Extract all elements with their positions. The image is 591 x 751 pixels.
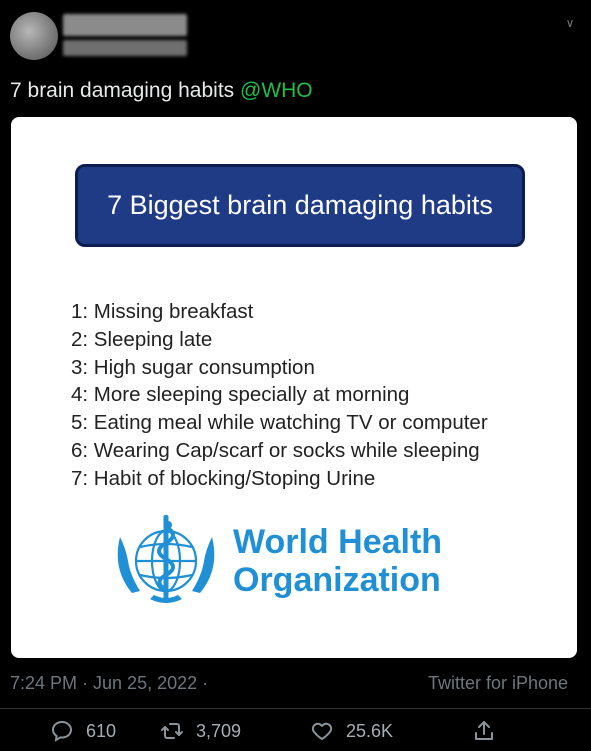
like-count: 25.6K [346,720,394,741]
retweet-icon [161,723,183,739]
tweet-source[interactable]: Twitter for iPhone [428,670,568,696]
share-icon [475,721,493,740]
reply-button[interactable]: 610 [50,714,116,748]
habit-item: 1: Missing breakfast [71,300,254,323]
like-button[interactable]: 25.6K [310,714,393,748]
habit-item: 2: Sleeping late [71,327,213,351]
image-banner-title: 7 Biggest brain damaging habits [75,164,525,247]
share-button[interactable] [472,714,508,748]
habit-item: 5: Eating meal while watching TV or comp… [71,411,488,435]
habit-item: 3: High sugar consumption [71,355,315,379]
heart-icon [311,722,333,740]
habits-list: 1: Missing breakfast 2: Sleeping late 3:… [71,298,488,493]
retweet-count: 3,709 [196,720,242,741]
divider [0,708,591,709]
tweet-image[interactable]: 7 Biggest brain damaging habits 1: Missi… [11,117,577,658]
chevron-down-icon[interactable]: ∨ [563,16,577,30]
who-emblem-icon [117,515,215,603]
action-bar: 610 3,709 25.6K [0,710,591,751]
habit-item: 6: Wearing Cap/scarf or socks while slee… [71,438,480,462]
tweet-text-main: 7 brain damaging habits [10,79,240,102]
tweet-timestamp[interactable]: 7:24 PM · Jun 25, 2022 · [10,670,208,696]
habit-item: 4: More sleeping specially at morning [71,383,410,407]
reply-count: 610 [86,720,117,741]
tweet-text: 7 brain damaging habits @WHO [10,76,313,106]
tweet-meta: 7:24 PM · Jun 25, 2022 · Twitter for iPh… [10,670,570,696]
tweet-header: ∨ [0,0,591,70]
redacted-username [63,40,187,56]
org-name-line2: Organization [233,561,441,599]
avatar[interactable] [10,12,58,60]
who-wordmark: World Health Organization [233,523,442,599]
habit-item: 7: Habit of blocking/Stoping Urine [71,466,376,490]
mention-link[interactable]: @WHO [240,79,313,102]
redacted-display-name [63,14,187,36]
retweet-button[interactable]: 3,709 [160,714,241,748]
reply-icon [51,720,73,742]
org-name-line1: World Health [233,523,443,561]
